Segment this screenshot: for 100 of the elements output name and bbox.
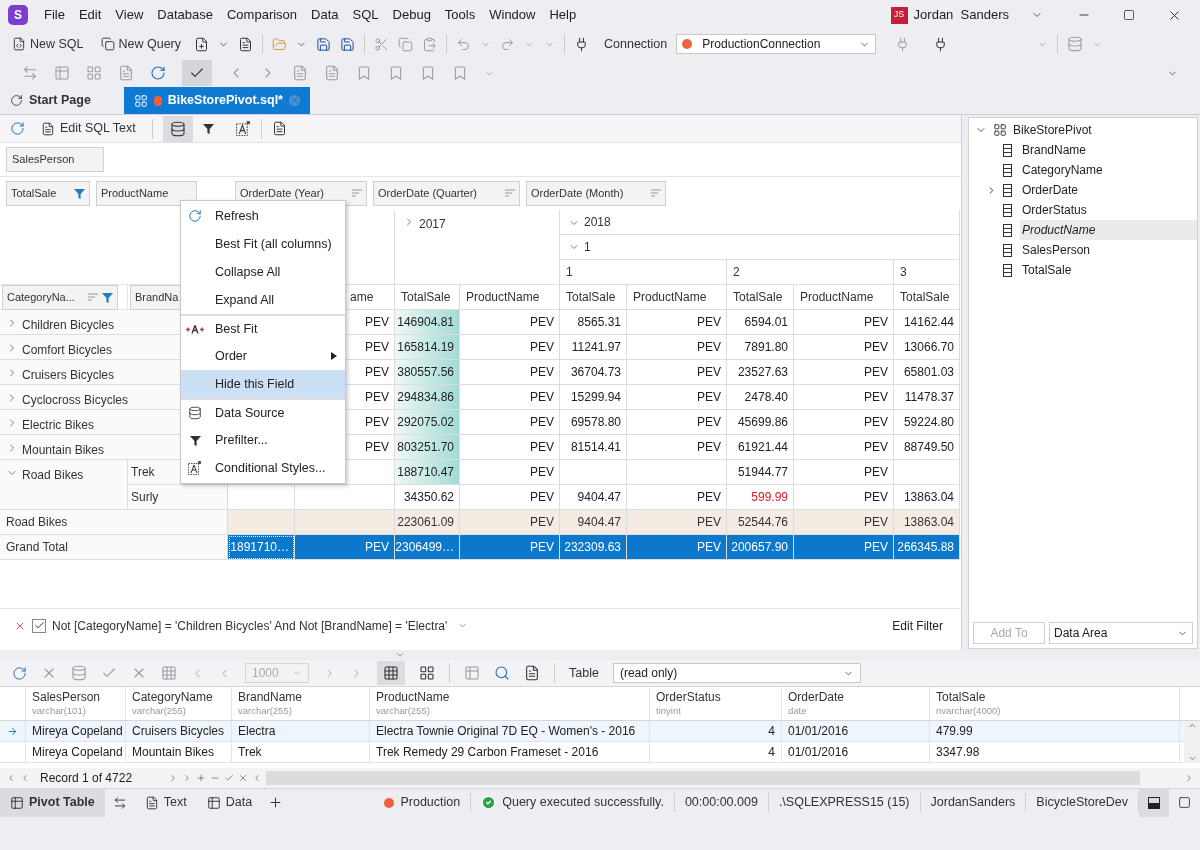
menu-item[interactable]: Help (543, 3, 583, 27)
add-record-icon[interactable] (196, 773, 206, 783)
tree-item[interactable]: ProductName (1020, 220, 1197, 240)
scroll-right-icon[interactable] (1184, 773, 1194, 783)
tree-item[interactable]: TotalSale (1020, 260, 1197, 280)
column-header[interactable]: OrderStatus tinyint (650, 687, 782, 720)
tree-item[interactable]: BrandName (1020, 140, 1197, 160)
styles-icon[interactable] (235, 121, 251, 136)
uncomment-icon[interactable] (324, 65, 340, 81)
field-button[interactable]: OrderDate (Quarter) (373, 181, 520, 206)
clear-bookmarks-icon[interactable] (452, 65, 468, 81)
layout-icon[interactable] (271, 121, 287, 136)
previous-record-icon[interactable] (20, 773, 30, 783)
menu-item[interactable]: Best Fit (all columns) (181, 230, 345, 258)
filter-expression[interactable]: Not [CategoryName] = 'Children Bicycles' And Not [BrandName] = 'Electra' (52, 616, 448, 635)
sort-icon[interactable] (651, 189, 661, 198)
menu-item[interactable]: SQL (346, 3, 385, 27)
sort-icon[interactable] (505, 189, 515, 198)
menu-item[interactable]: Hide this Field (181, 370, 345, 398)
edit-sql-button[interactable]: Edit SQL Text (35, 119, 142, 138)
new-button[interactable]: New SQL (8, 32, 88, 56)
comment-icon[interactable] (292, 65, 308, 81)
refresh-icon[interactable] (12, 665, 27, 681)
previous-bookmark-icon[interactable] (388, 65, 404, 81)
menu-item[interactable]: Best Fit (181, 314, 345, 342)
menu-item[interactable]: Data Source (181, 398, 345, 426)
layout-button[interactable] (1139, 788, 1169, 817)
tree-item[interactable]: BikeStorePivot (1013, 121, 1092, 139)
view-tab[interactable]: Pivot Table (0, 788, 105, 817)
grid-icon[interactable] (86, 65, 102, 81)
cut-icon[interactable] (374, 36, 390, 52)
view-tab[interactable]: Text (134, 788, 197, 817)
tree-item[interactable]: SalesPerson (1020, 240, 1197, 260)
connection-dropdown[interactable]: ProductionConnection (676, 34, 877, 54)
new-button[interactable]: New Query (96, 32, 186, 56)
next-record-icon[interactable] (168, 773, 178, 783)
view-tab[interactable]: Data (196, 788, 263, 817)
last-record-icon[interactable] (182, 773, 192, 783)
field-button[interactable]: CategoryNa... (2, 284, 118, 310)
column-header[interactable]: TotalSale nvarchar(4000) (930, 687, 1180, 720)
add-icon[interactable] (268, 795, 284, 810)
search-icon[interactable] (494, 665, 510, 681)
swap-icon[interactable] (112, 795, 127, 810)
column-header[interactable]: SalesPerson varchar(101) (26, 687, 126, 720)
row-header[interactable]: Road Bikes (0, 460, 128, 510)
cancel-record-icon[interactable] (238, 773, 248, 783)
first-record-icon[interactable] (6, 773, 16, 783)
layout-icon[interactable] (1178, 796, 1191, 809)
new-file-icon[interactable] (12, 37, 26, 51)
menu-item[interactable]: Debug (386, 3, 437, 27)
check-sql-icon[interactable] (182, 60, 212, 86)
new-window-icon[interactable] (100, 37, 115, 51)
filter-icon[interactable] (202, 123, 214, 134)
field-button[interactable]: ProductName (96, 181, 197, 206)
next-bookmark-icon[interactable] (420, 65, 436, 81)
compare-icon[interactable] (22, 65, 38, 81)
new-file-icon[interactable] (194, 36, 210, 52)
menu-item[interactable]: Tools (438, 3, 482, 27)
tree-item[interactable]: OrderStatus (1020, 200, 1197, 220)
column-header[interactable]: OrderDate date (782, 687, 930, 720)
card-view-icon[interactable] (419, 665, 435, 681)
menu-item[interactable]: View (109, 3, 150, 27)
paste-icon[interactable] (422, 36, 438, 52)
table-icon[interactable] (206, 795, 221, 810)
grid-icon[interactable] (161, 665, 177, 681)
refresh-icon[interactable] (10, 121, 25, 136)
format-icon[interactable] (118, 65, 134, 81)
start-page-icon[interactable] (10, 94, 23, 107)
scroll-up-icon[interactable] (1187, 721, 1197, 730)
menu-item[interactable]: Window (483, 3, 542, 27)
save-all-icon[interactable] (340, 36, 356, 52)
column-header[interactable]: ProductName varchar(255) (370, 687, 650, 720)
scrollbar[interactable] (1184, 721, 1200, 763)
save-record-icon[interactable] (224, 773, 234, 783)
document-icon[interactable] (238, 36, 254, 52)
scroll-left-icon[interactable] (252, 773, 262, 783)
edit-filter-button[interactable]: Edit Filter (888, 616, 947, 635)
field-button[interactable]: TotalSale (6, 181, 90, 206)
sort-icon[interactable] (352, 189, 362, 198)
bookmark-icon[interactable] (356, 65, 372, 81)
menu-item[interactable]: Data (305, 3, 345, 27)
database-icon[interactable] (162, 115, 193, 142)
field-button[interactable]: SalesPerson (6, 147, 104, 172)
menu-item[interactable]: Database (151, 3, 219, 27)
table-icon[interactable] (10, 795, 24, 810)
area-dropdown[interactable]: Data Area (1049, 622, 1193, 644)
open-folder-icon[interactable] (272, 36, 288, 52)
menu-item[interactable]: File (38, 3, 71, 27)
export-icon[interactable] (524, 665, 540, 681)
table-row[interactable]: Mireya Copeland Mountain Bikes Trek Trek Remedy 29 Carbon Frameset - 2016 4 01/01/2016 3347.98 (0, 742, 1184, 763)
copy-icon[interactable] (398, 36, 414, 52)
save-icon[interactable] (316, 36, 332, 52)
field-button[interactable]: OrderDate (Month) (526, 181, 666, 206)
menu-item[interactable]: Collapse All (181, 258, 345, 286)
pivot-icon[interactable] (993, 123, 1007, 137)
column-header[interactable]: CategoryName varchar(255) (126, 687, 232, 720)
document-tab[interactable]: BikeStorePivot.sql* (124, 87, 310, 114)
tree-item[interactable]: OrderDate (1020, 180, 1197, 200)
document-icon[interactable] (144, 795, 159, 810)
pivot-icon[interactable] (134, 93, 148, 108)
